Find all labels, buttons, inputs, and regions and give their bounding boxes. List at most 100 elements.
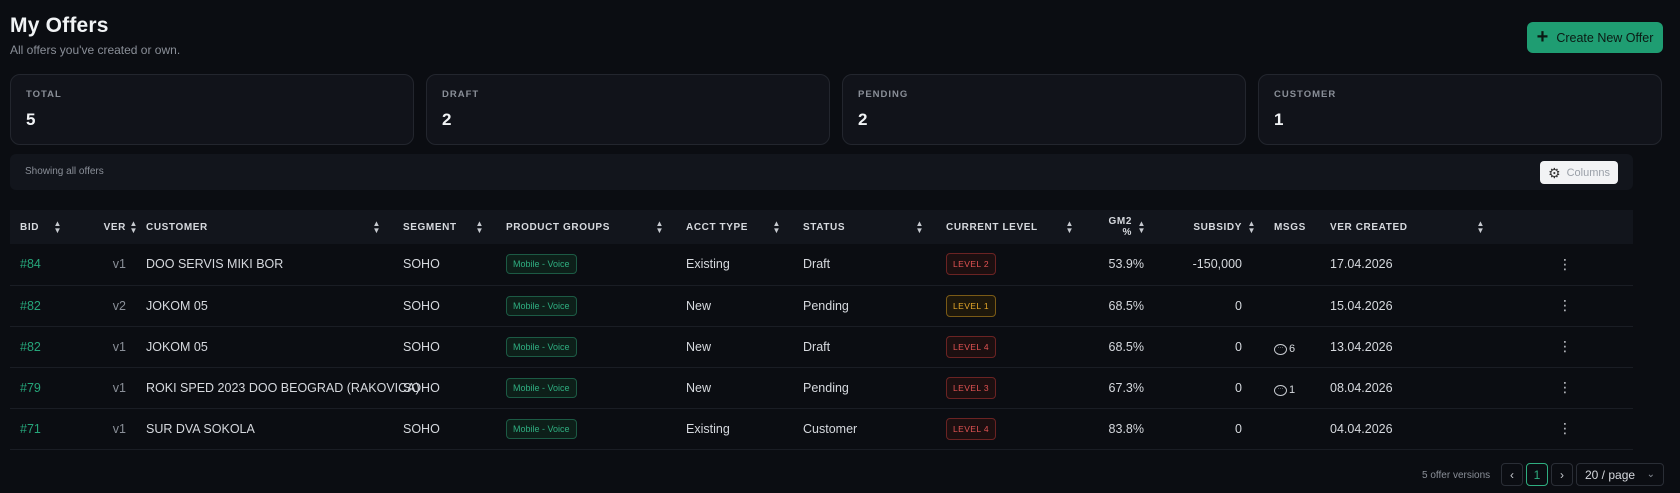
- product-groups-cell: Mobile - Voice: [496, 285, 676, 326]
- create-new-offer-button[interactable]: + Create New Offer: [1527, 22, 1663, 53]
- sort-icon[interactable]: ▲ ▼: [53, 220, 62, 235]
- table-row[interactable]: #79 v1 ROKI SPED 2023 DOO BEOGRAD (RAKOVIC…: [10, 367, 1633, 408]
- row-menu-button[interactable]: ⋮: [1497, 285, 1633, 326]
- table-row[interactable]: #84 v1 DOO SERVIS MIKI BOR SOHO Mobile - Voi…: [10, 244, 1633, 285]
- sort-icon[interactable]: ▲ ▼: [475, 220, 484, 235]
- col-header-product-groups[interactable]: PRODUCT GROUPS ▲ ▼: [496, 210, 676, 244]
- page-button-current[interactable]: 1: [1526, 463, 1548, 486]
- col-header-bid[interactable]: BID ▲ ▼: [10, 210, 72, 244]
- bid-link[interactable]: #82: [10, 326, 72, 367]
- messages-count: 6: [1289, 343, 1296, 356]
- chat-bubble-icon: ···: [1274, 343, 1287, 355]
- table-row[interactable]: #71 v1 SUR DVA SOKOLA SOHO Mobile - Voice Exi…: [10, 408, 1633, 449]
- col-header-label: SUBSIDY: [1193, 221, 1242, 233]
- gm2-cell: 68.5%: [1108, 298, 1144, 313]
- customer-cell: JOKOM 05: [146, 339, 208, 354]
- version-cell: v2: [112, 298, 126, 313]
- prev-page-button[interactable]: ‹: [1501, 463, 1523, 486]
- col-header-status[interactable]: STATUS ▲ ▼: [793, 210, 936, 244]
- subsidy-cell: 0: [1235, 421, 1242, 436]
- col-header-label: STATUS: [803, 221, 846, 233]
- table-row[interactable]: #82 v1 JOKOM 05 SOHO Mobile - Voice New Draft L…: [10, 326, 1633, 367]
- status-cell: Pending: [803, 298, 849, 313]
- stat-card-customer: CUSTOMER 1: [1258, 74, 1662, 145]
- product-group-tag: Mobile - Voice: [506, 377, 577, 398]
- columns-label: Columns: [1566, 166, 1610, 179]
- col-header-label: SEGMENT: [403, 221, 457, 233]
- next-page-button[interactable]: ›: [1551, 463, 1573, 486]
- product-group-tag: Mobile - Voice: [506, 336, 577, 357]
- sort-icon[interactable]: ▲ ▼: [1476, 220, 1485, 235]
- current-level-cell: LEVEL 2: [936, 244, 1086, 285]
- page-size-select[interactable]: 20 / page ⌄: [1576, 463, 1664, 486]
- current-level-cell: LEVEL 4: [936, 326, 1086, 367]
- chevron-left-icon: ‹: [1510, 467, 1514, 482]
- stat-value: 5: [26, 110, 36, 129]
- sort-icon[interactable]: ▲ ▼: [1247, 220, 1256, 235]
- sort-icon[interactable]: ▲ ▼: [772, 220, 781, 235]
- current-level-cell: LEVEL 1: [936, 285, 1086, 326]
- chevron-right-icon: ›: [1560, 467, 1564, 482]
- bid-link[interactable]: #71: [10, 408, 72, 449]
- row-menu-button[interactable]: ⋮: [1497, 408, 1633, 449]
- plus-icon: +: [1536, 25, 1549, 48]
- create-new-offer-label: Create New Offer: [1556, 30, 1654, 45]
- col-header-acct-type[interactable]: ACCT TYPE ▲ ▼: [676, 210, 793, 244]
- col-header-customer[interactable]: CUSTOMER ▲ ▼: [136, 210, 393, 244]
- row-menu-button[interactable]: ⋮: [1497, 244, 1633, 285]
- gm2-cell: 68.5%: [1108, 339, 1144, 354]
- sort-icon[interactable]: ▲ ▼: [915, 220, 924, 235]
- gear-icon: ⚙: [1548, 164, 1561, 181]
- row-menu-button[interactable]: ⋮: [1497, 367, 1633, 408]
- col-header-label: CUSTOMER: [146, 221, 208, 233]
- segment-cell: SOHO: [403, 339, 440, 354]
- columns-button[interactable]: ⚙ Columns: [1540, 161, 1618, 184]
- bid-link[interactable]: #84: [10, 244, 72, 285]
- col-header-segment[interactable]: SEGMENT ▲ ▼: [393, 210, 496, 244]
- status-cell: Draft: [803, 339, 831, 354]
- messages-indicator[interactable]: ··· 6: [1274, 343, 1295, 355]
- status-cell: Customer: [803, 421, 858, 436]
- msgs-cell[interactable]: ··· 6: [1264, 326, 1320, 367]
- messages-count: 1: [1289, 384, 1296, 397]
- messages-indicator[interactable]: ··· 1: [1274, 384, 1295, 396]
- sort-icon[interactable]: ▲ ▼: [1137, 220, 1146, 235]
- acct-type-cell: Existing: [686, 421, 730, 436]
- bid-link[interactable]: #82: [10, 285, 72, 326]
- pagination-bar: 5 offer versions ‹ 1 › 20 / page ⌄: [0, 463, 1680, 487]
- version-cell: v1: [112, 339, 126, 354]
- col-header-ver-created[interactable]: VER CREATED ▲ ▼: [1320, 210, 1497, 244]
- kebab-menu-icon: ⋮: [1558, 379, 1572, 395]
- msgs-cell[interactable]: ··· 1: [1264, 367, 1320, 408]
- bid-link[interactable]: #79: [10, 367, 72, 408]
- row-menu-button[interactable]: ⋮: [1497, 326, 1633, 367]
- col-header-current-level[interactable]: CURRENT LEVEL ▲ ▼: [936, 210, 1086, 244]
- msgs-cell: [1264, 244, 1320, 285]
- ver-created-cell: 13.04.2026: [1330, 339, 1393, 354]
- stat-label: CUSTOMER: [1274, 89, 1337, 100]
- col-header-ver[interactable]: VER ▲ ▼: [72, 210, 138, 244]
- subsidy-cell: 0: [1235, 339, 1242, 354]
- segment-cell: SOHO: [403, 380, 440, 395]
- kebab-menu-icon: ⋮: [1558, 338, 1572, 354]
- col-header-label: BID: [20, 221, 40, 233]
- filter-status-text: Showing all offers: [25, 166, 104, 177]
- col-header-subsidy[interactable]: SUBSIDY ▲ ▼: [1154, 210, 1264, 244]
- product-groups-cell: Mobile - Voice: [496, 244, 676, 285]
- acct-type-cell: Existing: [686, 257, 730, 272]
- sort-icon[interactable]: ▲ ▼: [372, 220, 381, 235]
- stat-value: 1: [1274, 110, 1284, 129]
- sort-icon[interactable]: ▲ ▼: [655, 220, 664, 235]
- acct-type-cell: New: [686, 380, 712, 395]
- stats-row: TOTAL 5 DRAFT 2 PENDING 2 CUSTOMER 1: [10, 74, 1662, 145]
- col-header-label: ACCT TYPE: [686, 221, 749, 233]
- col-header-gm2[interactable]: GM2 % ▲ ▼: [1086, 210, 1154, 244]
- level-badge: LEVEL 3: [946, 376, 997, 399]
- filter-bar: Showing all offers ⚙ Columns: [10, 154, 1633, 190]
- chevron-down-icon: ⌄: [1646, 469, 1655, 480]
- sort-icon[interactable]: ▲ ▼: [1065, 220, 1074, 235]
- chat-bubble-icon: ···: [1274, 384, 1287, 396]
- table-row[interactable]: #82 v2 JOKOM 05 SOHO Mobile - Voice New Pendin…: [10, 285, 1633, 326]
- level-badge: LEVEL 4: [946, 417, 997, 440]
- msgs-cell: [1264, 408, 1320, 449]
